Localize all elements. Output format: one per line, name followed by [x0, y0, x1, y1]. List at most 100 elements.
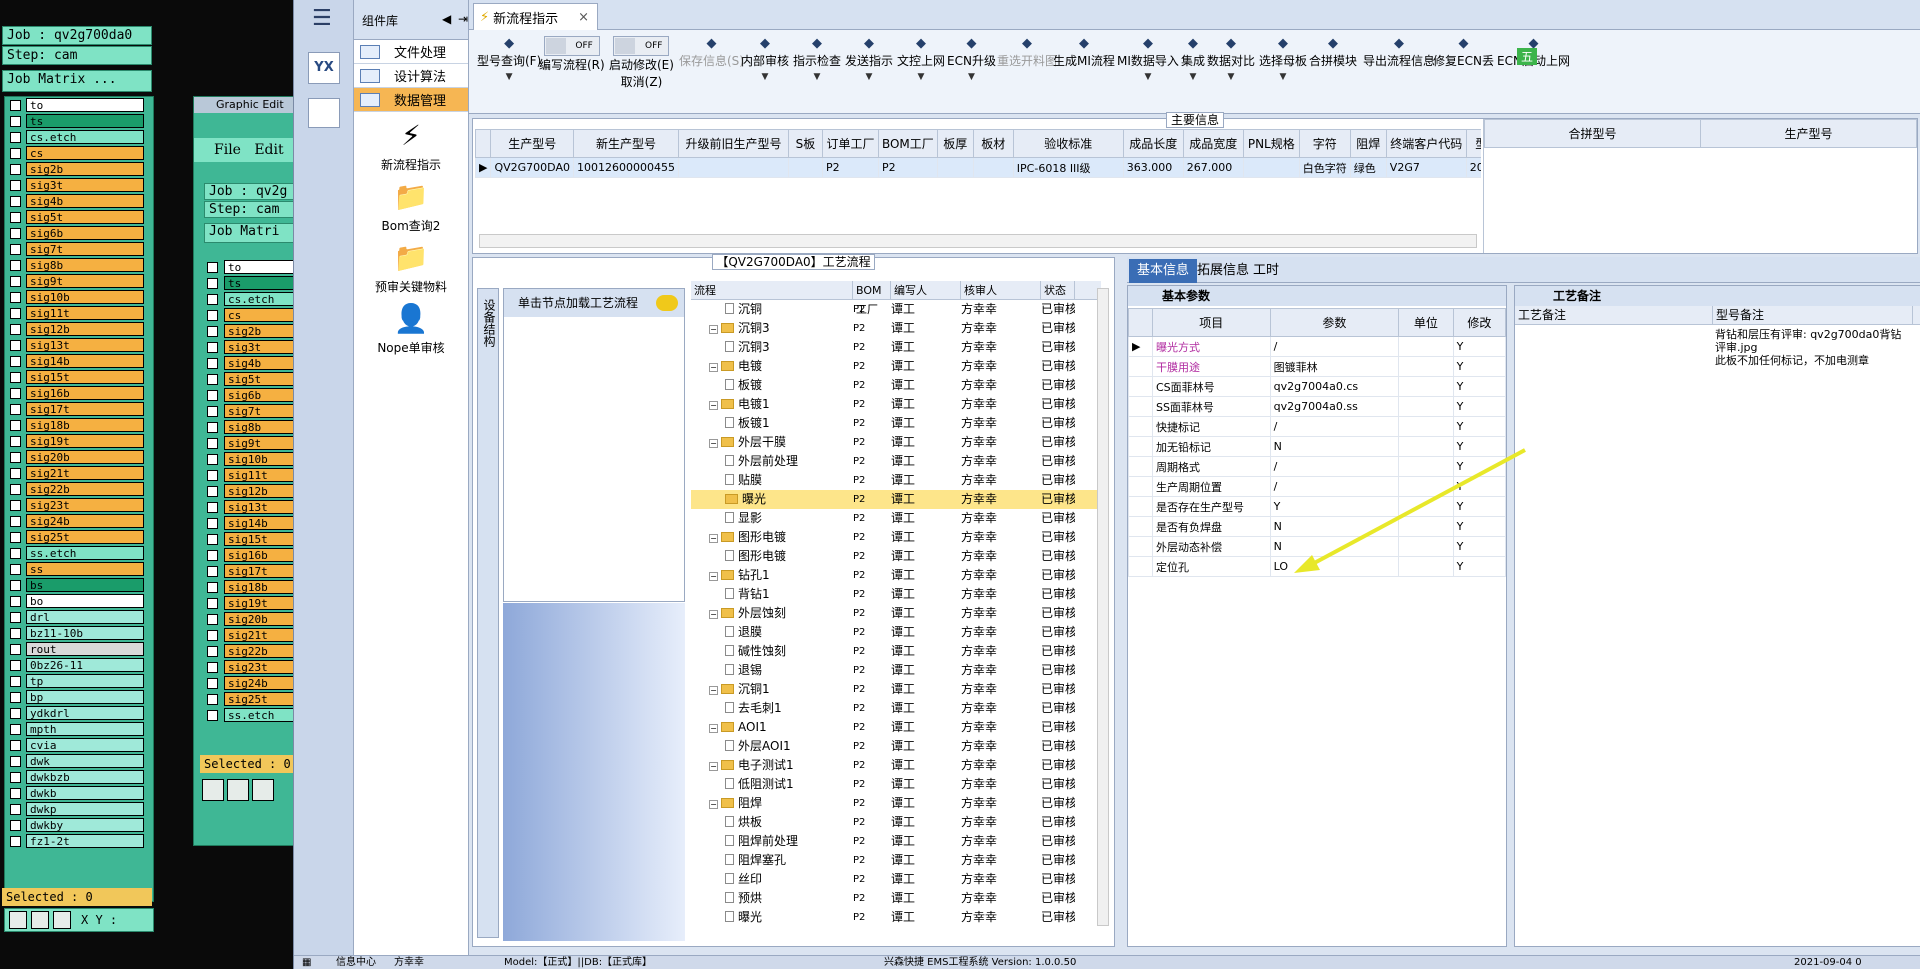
layer-row[interactable]: sig21t [5, 465, 153, 481]
expand-toggle-icon[interactable]: − [709, 325, 718, 334]
layer-checkbox[interactable] [10, 547, 21, 559]
toolbar-button[interactable]: ◆ 保存信息(S) [679, 36, 744, 69]
expand-toggle-icon[interactable]: − [709, 363, 718, 372]
ge-layer-row[interactable]: sig25t [204, 691, 299, 707]
tree-row[interactable]: − 电子测试1 P2 谭工 方幸幸 已审核 [691, 756, 1101, 775]
main-info-cell[interactable] [936, 157, 974, 178]
tree-row[interactable]: 退锡 P2 谭工 方幸幸 已审核 [691, 661, 1101, 680]
main-info-cell[interactable]: 2021/8/26 [1465, 157, 1481, 178]
layer-row[interactable]: bo [5, 593, 153, 609]
ge-layer-checkbox[interactable] [207, 293, 218, 305]
expand-toggle-icon[interactable]: − [709, 534, 718, 543]
tree-node[interactable]: 曝光 [691, 490, 853, 509]
ge-layer-list[interactable]: to ts cs.etch cs sig2b sig3t sig4b sig5t sig6b si… [204, 259, 299, 723]
ge-layer-row[interactable]: sig7t [204, 403, 299, 419]
ge-layer-checkbox[interactable] [207, 405, 218, 417]
layer-checkbox[interactable] [10, 259, 21, 271]
ge-matrix-button[interactable]: Job Matri [204, 223, 299, 243]
tree-node[interactable]: 背钻1 [691, 585, 853, 604]
layer-row[interactable]: ss [5, 561, 153, 577]
layer-checkbox[interactable] [10, 387, 21, 399]
ge-layer-checkbox[interactable] [207, 469, 218, 481]
toolbar-button[interactable]: ◆ 数据对比 ▼ [1207, 36, 1255, 82]
layer-checkbox[interactable] [10, 595, 21, 607]
ge-layer-checkbox[interactable] [207, 501, 218, 513]
tree-row[interactable]: 碱性蚀刻 P2 谭工 方幸幸 已审核 [691, 642, 1101, 661]
layer-row[interactable]: sig3t [5, 177, 153, 193]
tool-item[interactable]: 📁 Bom查询2 [354, 181, 468, 234]
layer-checkbox[interactable] [10, 691, 21, 703]
layer-row[interactable]: dwkb [5, 785, 153, 801]
layer-checkbox[interactable] [10, 419, 21, 431]
tree-node[interactable]: − 外层干膜 [691, 433, 853, 452]
layer-row[interactable]: cvia [5, 737, 153, 753]
tree-node[interactable]: − 沉铜3 [691, 319, 853, 338]
layer-checkbox[interactable] [10, 611, 21, 623]
yx-logo-icon[interactable]: YX [308, 52, 340, 84]
layer-checkbox[interactable] [10, 819, 21, 831]
ge-layer-row[interactable]: sig14b [204, 515, 299, 531]
layer-row[interactable]: ydkdrl [5, 705, 153, 721]
layer-checkbox[interactable] [10, 371, 21, 383]
layer-row[interactable]: dwkbzb [5, 769, 153, 785]
tree-node[interactable]: 图形电镀 [691, 547, 853, 566]
ge-layer-row[interactable]: ts [204, 275, 299, 291]
tree-row[interactable]: − 电镀 P2 谭工 方幸幸 已审核 [691, 357, 1101, 376]
main-info-cell[interactable] [1242, 157, 1300, 178]
layer-row[interactable]: drl [5, 609, 153, 625]
layer-row[interactable]: sig10b [5, 289, 153, 305]
tree-row[interactable]: 沉铜 P2 谭工 方幸幸 已审核 [691, 300, 1101, 319]
tree-node[interactable]: 低阻测试1 [691, 775, 853, 794]
layer-checkbox[interactable] [10, 563, 21, 575]
tab-new-process[interactable]: ⚡ 新流程指示 × [473, 3, 598, 30]
tree-row[interactable]: − AOI1 P2 谭工 方幸幸 已审核 [691, 718, 1101, 737]
tree-row[interactable]: − 沉铜3 P2 谭工 方幸幸 已审核 [691, 319, 1101, 338]
expand-toggle-icon[interactable]: − [709, 572, 718, 581]
comment-icon[interactable] [656, 295, 678, 311]
basic-row[interactable]: SS面菲林号 qv2g7004a0.ss Y [1128, 396, 1507, 417]
pin-icon[interactable]: ⇥ [458, 12, 468, 26]
ge-layer-row[interactable]: sig16b [204, 547, 299, 563]
ge-layer-row[interactable]: sig18b [204, 579, 299, 595]
toolbar-button[interactable]: OFF 启动修改(E) 取消(Z) [609, 36, 674, 90]
layer-row[interactable]: sig16b [5, 385, 153, 401]
tree-row[interactable]: 退膜 P2 谭工 方幸幸 已审核 [691, 623, 1101, 642]
ge-layer-row[interactable]: sig12b [204, 483, 299, 499]
expand-toggle-icon[interactable]: − [709, 610, 718, 619]
layer-row[interactable]: bp [5, 689, 153, 705]
toolbar-button[interactable]: ◆ 重选开料图 [997, 36, 1057, 69]
layer-row[interactable]: mpth [5, 721, 153, 737]
toolbar-button[interactable]: ◆ 文控上网 ▼ [897, 36, 945, 82]
layer-checkbox[interactable] [10, 131, 21, 143]
model-remark-cell[interactable]: 背钻和层压有评审: qv2g700da0背钻评审.jpg 此板不加任何标记，不加… [1715, 328, 1911, 367]
main-info-row[interactable]: ▶ QV2G700DA0 10012600000455 P2 P2 IPC-6018 II… [475, 157, 1481, 178]
layer-row[interactable]: sig23t [5, 497, 153, 513]
ge-layer-row[interactable]: sig4b [204, 355, 299, 371]
tree-node[interactable]: 显影 [691, 509, 853, 528]
toolbar-button[interactable]: ◆ 型号查询(F) ▼ [477, 36, 541, 82]
layer-row[interactable]: ss.etch [5, 545, 153, 561]
menu-edit[interactable]: Edit [254, 142, 283, 158]
basic-param[interactable]: qv2g7004a0.ss [1269, 396, 1400, 417]
layer-checkbox[interactable] [10, 515, 21, 527]
layer-checkbox[interactable] [10, 531, 21, 543]
toolbar-button[interactable]: ◆ 发送指示 ▼ [845, 36, 893, 82]
toggle-switch[interactable]: OFF [543, 36, 600, 56]
layer-row[interactable]: rout [5, 641, 153, 657]
collapse-left-icon[interactable]: ◀ [442, 12, 451, 26]
toolbar-button[interactable]: ◆ 内部审核 ▼ [741, 36, 789, 82]
main-info-cell[interactable]: P2 [821, 157, 879, 178]
tree-node[interactable]: 阻焊塞孔 [691, 851, 853, 870]
ge-layer-row[interactable]: sig21t [204, 627, 299, 643]
ime-badge[interactable]: 五 [1517, 48, 1538, 65]
ge-layer-row[interactable]: sig23t [204, 659, 299, 675]
ge-layer-checkbox[interactable] [207, 325, 218, 337]
tree-node[interactable]: − 阻焊 [691, 794, 853, 813]
ge-layer-checkbox[interactable] [207, 549, 218, 561]
main-info-cell[interactable]: 绿色 [1349, 157, 1387, 178]
ge-layer-checkbox[interactable] [207, 357, 218, 369]
ge-measure-icon[interactable] [227, 779, 249, 801]
tree-node[interactable]: 去毛刺1 [691, 699, 853, 718]
layer-row[interactable]: sig22b [5, 481, 153, 497]
ge-layer-checkbox[interactable] [207, 597, 218, 609]
